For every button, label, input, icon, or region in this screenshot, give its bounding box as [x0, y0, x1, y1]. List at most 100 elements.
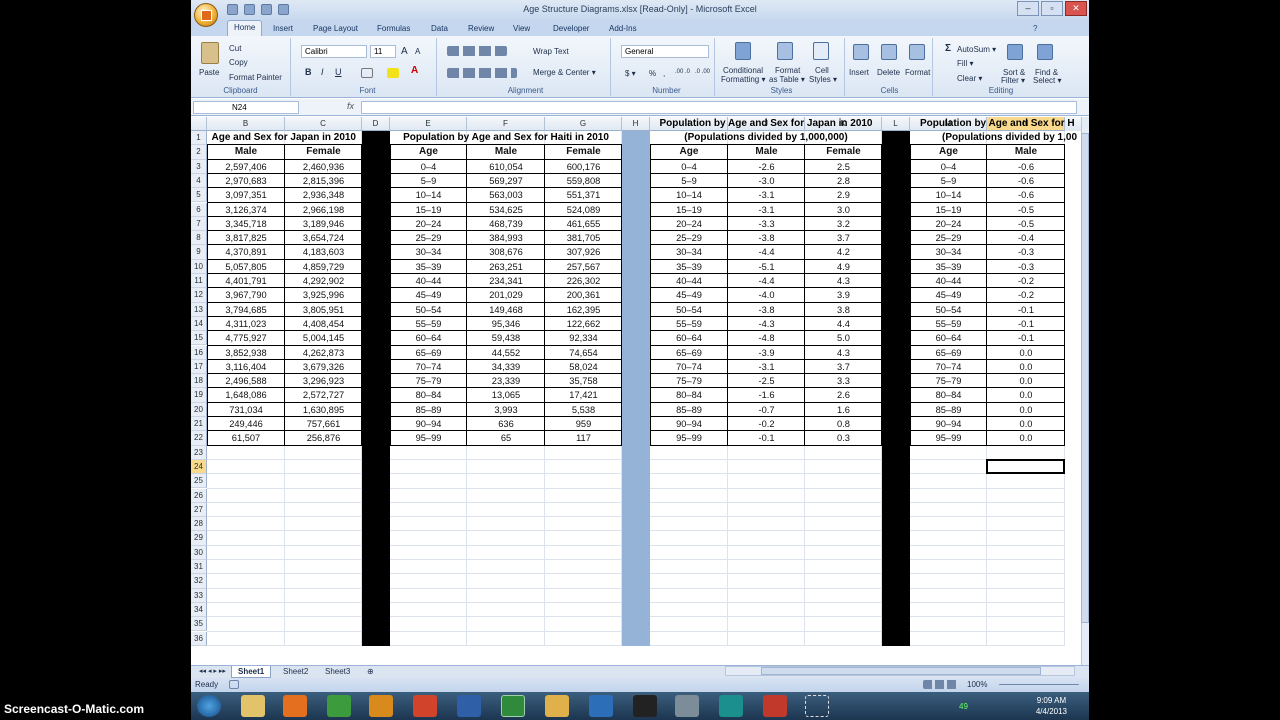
row-header[interactable]: 8 — [191, 231, 207, 246]
row-header[interactable]: 35 — [191, 617, 207, 632]
row-header[interactable]: 6 — [191, 202, 207, 217]
shrink-font-button[interactable]: A — [415, 47, 420, 56]
row-header[interactable]: 27 — [191, 502, 207, 518]
insert-button[interactable]: Insert — [849, 68, 869, 77]
app-icon[interactable] — [589, 695, 613, 717]
clear-button[interactable]: Clear ▾ — [957, 74, 982, 83]
column-header-b[interactable]: B — [207, 117, 285, 131]
increase-decimal-button[interactable]: .00 .0 — [675, 69, 690, 75]
row-header[interactable]: 9 — [191, 245, 207, 260]
help-icon[interactable]: ? — [1033, 24, 1037, 33]
font-name-select[interactable]: Calibri — [301, 45, 367, 58]
cell-styles-icon[interactable] — [813, 42, 829, 60]
column-header-c[interactable]: C — [285, 117, 362, 131]
cut-button[interactable]: Cut — [229, 44, 241, 53]
binoculars-icon[interactable] — [1037, 44, 1053, 60]
save-icon[interactable] — [227, 4, 238, 15]
row-header[interactable]: 33 — [191, 588, 207, 603]
column-header-e[interactable]: E — [390, 117, 467, 131]
row-header[interactable]: 16 — [191, 345, 207, 360]
column-header-g[interactable]: G — [545, 117, 622, 131]
row-header[interactable]: 18 — [191, 374, 207, 389]
row-header[interactable]: 20 — [191, 402, 207, 417]
media-center-icon[interactable] — [633, 695, 657, 717]
vertical-align-icons[interactable] — [447, 46, 507, 56]
row-header[interactable]: 23 — [191, 445, 207, 460]
horizontal-scroll-thumb[interactable] — [761, 667, 1041, 675]
row-header[interactable]: 4 — [191, 173, 207, 189]
row-header[interactable]: 29 — [191, 531, 207, 546]
zoom-level[interactable]: 100% — [967, 680, 987, 689]
row-header[interactable]: 26 — [191, 488, 207, 503]
tools-icon[interactable] — [675, 695, 699, 717]
fill-button[interactable]: Fill ▾ — [957, 59, 973, 68]
column-header-f[interactable]: F — [467, 117, 545, 131]
sheet-nav-arrows[interactable]: ◂◂ ◂ ▸ ▸▸ — [193, 666, 232, 678]
font-color-button[interactable]: A — [411, 65, 418, 76]
horizontal-align-icons[interactable] — [447, 68, 517, 78]
copy-button[interactable]: Copy — [229, 58, 248, 67]
macro-record-icon[interactable] — [229, 680, 239, 689]
tab-developer[interactable]: Developer — [553, 24, 589, 33]
folder-icon[interactable] — [545, 695, 569, 717]
delete-cells-icon[interactable] — [881, 44, 897, 60]
tab-data[interactable]: Data — [431, 24, 448, 33]
row-header[interactable]: 22 — [191, 431, 207, 446]
row-header[interactable]: 10 — [191, 259, 207, 274]
row-header[interactable]: 12 — [191, 288, 207, 303]
row-header[interactable]: 31 — [191, 560, 207, 575]
formula-input[interactable] — [361, 101, 1077, 114]
tab-review[interactable]: Review — [468, 24, 494, 33]
row-header[interactable]: 2 — [191, 145, 207, 160]
comma-button[interactable]: , — [663, 69, 665, 78]
grow-font-button[interactable]: A — [401, 46, 408, 57]
worksheet-grid[interactable]: BCDEFGHIJKLMN 1 2 3 4 5 6 7 8 9 10 11 12 13 14 15 16 17 1… — [191, 117, 1081, 665]
column-header-h[interactable]: H — [622, 117, 650, 131]
row-header[interactable]: 25 — [191, 474, 207, 489]
row-header[interactable]: 13 — [191, 302, 207, 317]
sheet-tab-sheet2[interactable]: Sheet2 — [277, 666, 314, 678]
insert-cells-icon[interactable] — [853, 44, 869, 60]
cell-styles-button[interactable]: Cell — [815, 66, 829, 75]
underline-button[interactable]: U — [335, 67, 342, 77]
currency-button[interactable]: $ ▾ — [625, 69, 636, 78]
firefox-icon[interactable] — [283, 695, 307, 717]
chrome-icon[interactable] — [327, 695, 351, 717]
row-header[interactable]: 28 — [191, 517, 207, 532]
zoom-slider[interactable] — [999, 684, 1079, 685]
bold-button[interactable]: B — [305, 67, 312, 77]
row-header[interactable]: 36 — [191, 631, 207, 646]
row-header[interactable]: 15 — [191, 331, 207, 346]
tab-add-ins[interactable]: Add-Ins — [609, 24, 637, 33]
font-size-select[interactable]: 11 — [370, 45, 396, 58]
insert-sheet-icon[interactable]: ⊕ — [361, 666, 380, 678]
media-player-icon[interactable] — [369, 695, 393, 717]
tab-formulas[interactable]: Formulas — [377, 24, 410, 33]
number-format-select[interactable]: General — [621, 45, 709, 58]
percent-button[interactable]: % — [649, 69, 656, 78]
row-header[interactable]: 30 — [191, 545, 207, 560]
close-button[interactable]: ✕ — [1065, 1, 1087, 16]
customize-qat-icon[interactable] — [278, 4, 289, 15]
row-header[interactable]: 24 — [191, 459, 207, 475]
borders-icon[interactable] — [361, 68, 373, 78]
row-header[interactable]: 3 — [191, 159, 207, 174]
explorer-icon[interactable] — [241, 695, 265, 717]
insert-function-button[interactable]: fx — [347, 101, 354, 111]
row-header[interactable]: 5 — [191, 188, 207, 203]
arduino-icon[interactable] — [719, 695, 743, 717]
format-painter-button[interactable]: Format Painter — [229, 73, 282, 82]
row-header[interactable]: 19 — [191, 388, 207, 403]
sheet-tab-sheet1[interactable]: Sheet1 — [231, 666, 272, 678]
name-box[interactable]: N24 — [193, 101, 299, 114]
decrease-decimal-button[interactable]: .0 .00 — [695, 69, 710, 75]
row-header[interactable]: 7 — [191, 216, 207, 232]
clock[interactable]: 9:09 AM 4/4/2013 — [1036, 695, 1067, 717]
row-header[interactable]: 21 — [191, 417, 207, 432]
conditional-formatting-button[interactable]: Conditional — [723, 66, 763, 75]
column-header-d[interactable]: D — [362, 117, 390, 131]
sort-filter-icon[interactable] — [1007, 44, 1023, 60]
maximize-button[interactable]: ▫ — [1041, 1, 1063, 16]
word-icon[interactable] — [457, 695, 481, 717]
format-as-table-button[interactable]: Format — [775, 66, 800, 75]
